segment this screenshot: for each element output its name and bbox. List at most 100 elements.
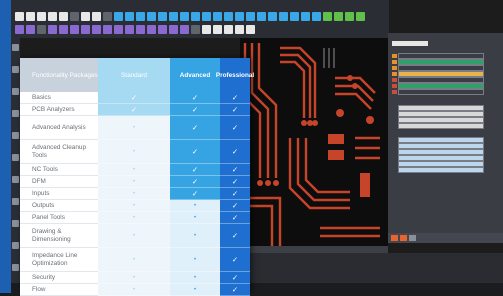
layer-row[interactable] [398, 167, 484, 173]
toolbar-icon[interactable] [92, 12, 101, 21]
check-icon: ✓ [170, 164, 220, 176]
toolbar-icon[interactable] [37, 25, 46, 34]
toolbar-icon[interactable] [224, 25, 233, 34]
dash-icon: • [98, 272, 170, 284]
pcb-traces-graphic [243, 43, 380, 248]
toolbar-icon[interactable] [70, 12, 79, 21]
toolbar-icon[interactable] [235, 12, 244, 21]
sidebar-tool-icon[interactable] [12, 242, 19, 249]
toolbar-icon[interactable] [224, 12, 233, 21]
table-row: Flow • • ✓ [20, 284, 250, 296]
toolbar-icon[interactable] [26, 25, 35, 34]
toolbar-icon[interactable] [147, 12, 156, 21]
toolbar-icon[interactable] [180, 12, 189, 21]
toolbar-icon[interactable] [48, 25, 57, 34]
toolbar-icon[interactable] [246, 12, 255, 21]
panel-action-icon[interactable] [409, 235, 416, 241]
toolbar-icon[interactable] [92, 25, 101, 34]
sidebar-tool-icon[interactable] [12, 154, 19, 161]
toolbar-icon[interactable] [125, 25, 134, 34]
toolbar-icon[interactable] [147, 25, 156, 34]
toolbar-icon[interactable] [356, 12, 365, 21]
sidebar-tool-icon[interactable] [12, 176, 19, 183]
toolbar-icon[interactable] [70, 25, 79, 34]
toolbar-icon[interactable] [191, 25, 200, 34]
toolbar-icon[interactable] [81, 12, 90, 21]
toolbar-icon[interactable] [169, 25, 178, 34]
toolbar-icon[interactable] [158, 25, 167, 34]
toolbar-icon[interactable] [268, 12, 277, 21]
toolbar-icon[interactable] [136, 12, 145, 21]
toolbar-icon[interactable] [15, 25, 24, 34]
toolbar-icon[interactable] [290, 12, 299, 21]
sidebar-tool-icon[interactable] [12, 198, 19, 205]
sidebar-tool-icon[interactable] [12, 66, 19, 73]
sidebar-tool-icon[interactable] [12, 220, 19, 227]
row-label: Panel Tools [20, 212, 98, 224]
toolbar-icon[interactable] [334, 12, 343, 21]
canvas-statusbar [240, 246, 388, 253]
table-row: Outputs • • ✓ [20, 200, 250, 212]
toolbar-icon[interactable] [202, 25, 211, 34]
panel-action-icon[interactable] [391, 235, 398, 241]
toolbar-icon[interactable] [59, 12, 68, 21]
layer-row[interactable] [398, 123, 484, 129]
toolbar-icon[interactable] [26, 12, 35, 21]
toolbar-icon[interactable] [48, 12, 57, 21]
dash-icon: • [170, 284, 220, 296]
toolbar-icon[interactable] [323, 12, 332, 21]
toolbar-icon[interactable] [59, 25, 68, 34]
toolbar-icon[interactable] [169, 12, 178, 21]
table-row: Impedance Line Optimization • • ✓ [20, 248, 250, 272]
dash-icon: • [98, 200, 170, 212]
toolbar-icon[interactable] [312, 12, 321, 21]
sidebar-tool-icon[interactable] [12, 110, 19, 117]
sidebar-tool-icon[interactable] [12, 132, 19, 139]
check-icon: ✓ [220, 116, 250, 140]
toolbar-icon[interactable] [37, 12, 46, 21]
check-icon: ✓ [220, 272, 250, 284]
check-icon: ✓ [220, 224, 250, 248]
row-label: Drawing & Dimensioning [20, 224, 98, 248]
toolbar-icon[interactable] [257, 12, 266, 21]
toolbar-icon[interactable] [180, 25, 189, 34]
toolbar-icon[interactable] [125, 12, 134, 21]
toolbar-icon[interactable] [301, 12, 310, 21]
toolbar-icon[interactable] [191, 12, 200, 21]
check-icon: ✓ [220, 176, 250, 188]
toolbar-icon[interactable] [114, 12, 123, 21]
toolbar-icon[interactable] [213, 12, 222, 21]
toolbar-icon[interactable] [279, 12, 288, 21]
check-icon: ✓ [220, 140, 250, 164]
table-row: Inputs • ✓ ✓ [20, 188, 250, 200]
toolbar-icon[interactable] [15, 12, 24, 21]
toolbar-icon[interactable] [246, 25, 255, 34]
toolbar-icon[interactable] [235, 25, 244, 34]
check-icon: ✓ [220, 248, 250, 272]
layer-color-swatch [392, 54, 397, 58]
layer-color-swatch [392, 90, 397, 94]
sidebar-tool-icon[interactable] [12, 264, 19, 271]
row-label: Impedance Line Optimization [20, 248, 98, 272]
toolbar-icon[interactable] [81, 25, 90, 34]
row-label: Advanced Cleanup Tools [20, 140, 98, 164]
sidebar-tool-icon[interactable] [12, 88, 19, 95]
check-icon: ✓ [220, 200, 250, 212]
dash-icon: • [170, 272, 220, 284]
toolbar-icon[interactable] [136, 25, 145, 34]
layer-row[interactable] [392, 89, 484, 95]
layers-panel [388, 33, 503, 243]
toolbar-icon[interactable] [158, 12, 167, 21]
toolbar-icon[interactable] [202, 12, 211, 21]
toolbar-icon[interactable] [103, 12, 112, 21]
panel-action-icon[interactable] [400, 235, 407, 241]
toolbar-icon[interactable] [103, 25, 112, 34]
layer-filter-select[interactable] [392, 41, 428, 46]
toolbar-icon[interactable] [345, 12, 354, 21]
sidebar-tool-icon[interactable] [12, 44, 19, 51]
check-icon: ✓ [170, 116, 220, 140]
toolbar-icon[interactable] [114, 25, 123, 34]
header-professional: Professional [216, 58, 254, 92]
main-toolbar [11, 0, 389, 38]
toolbar-icon[interactable] [213, 25, 222, 34]
